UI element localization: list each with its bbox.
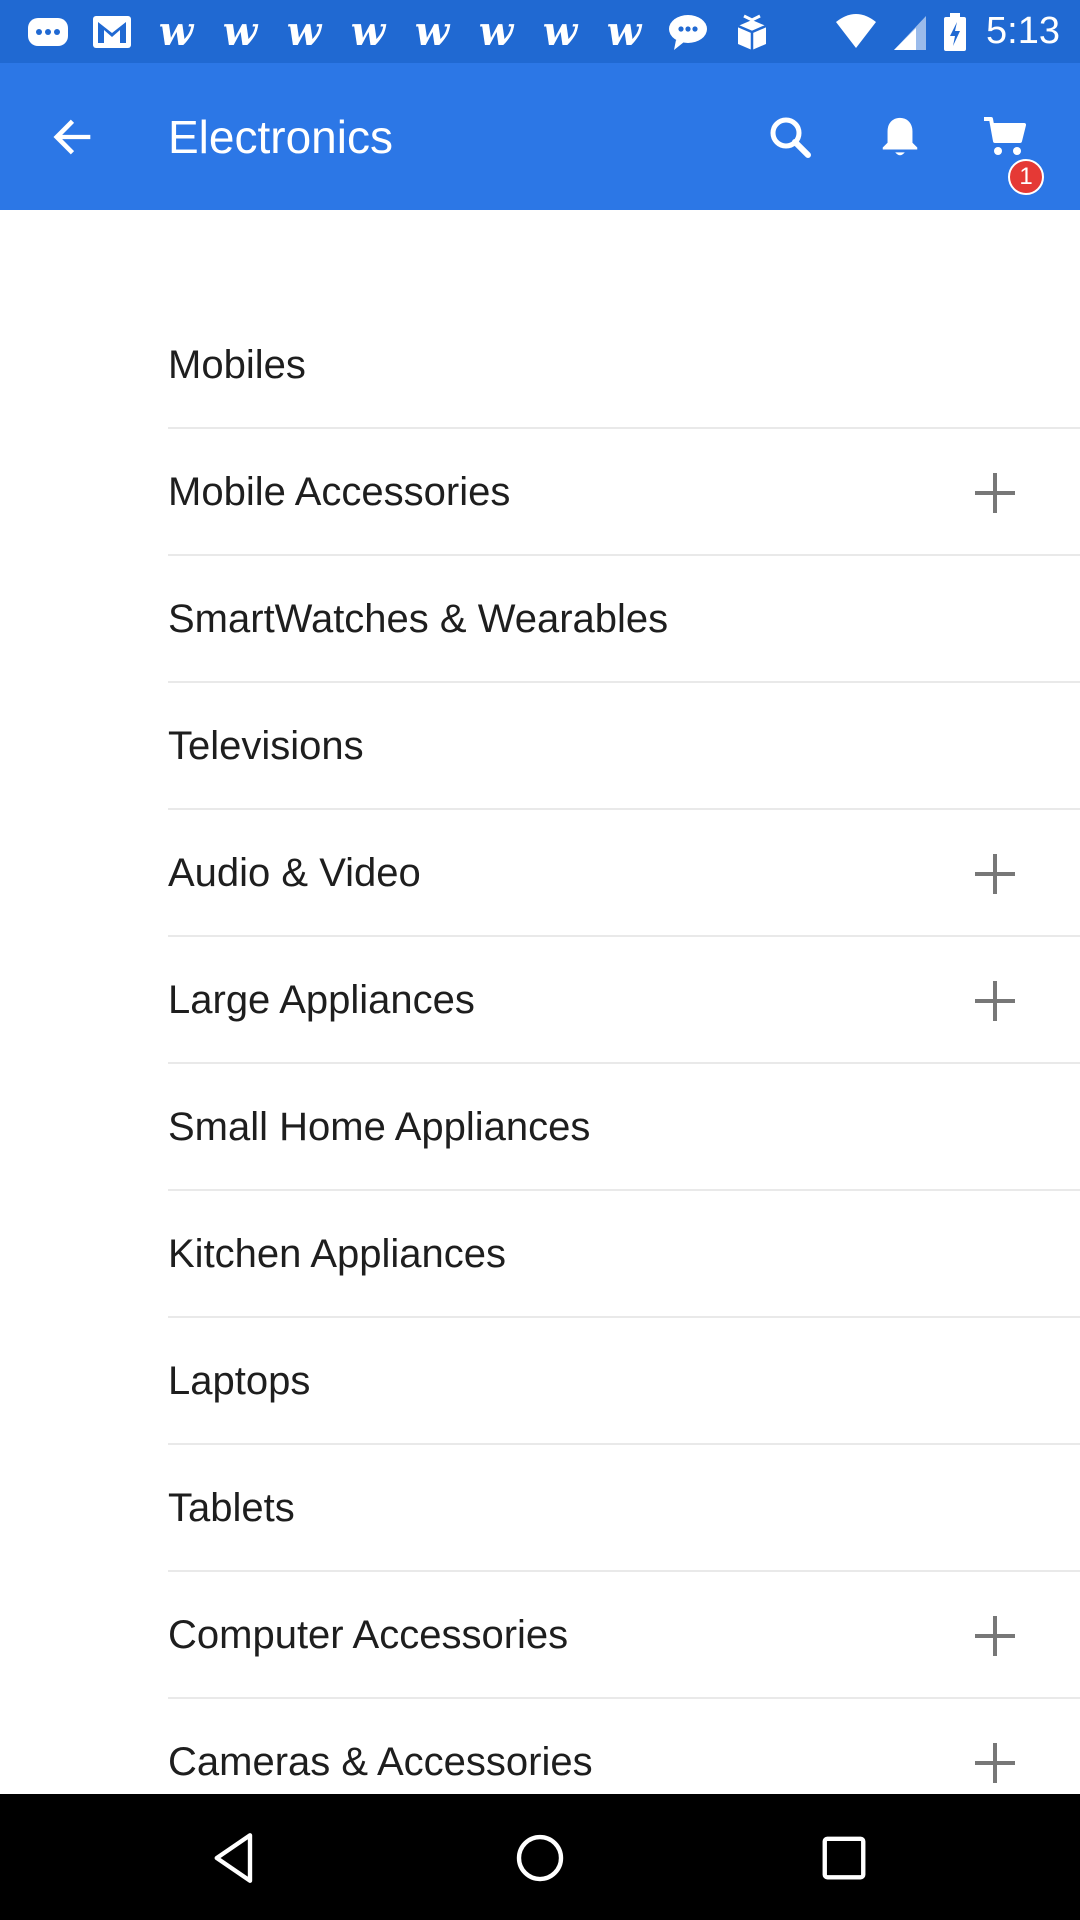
nav-recents-button[interactable] xyxy=(812,1826,876,1890)
battery-charging-icon xyxy=(944,12,967,51)
notifications-button[interactable] xyxy=(868,105,932,169)
wifi-icon xyxy=(836,13,877,48)
w-app-icon: w xyxy=(350,7,386,55)
category-item[interactable]: Laptops xyxy=(168,1318,1080,1445)
cart-count-badge: 1 xyxy=(1008,159,1044,195)
back-button[interactable] xyxy=(40,107,106,167)
circle-home-icon xyxy=(516,1834,564,1882)
plus-expand-icon[interactable] xyxy=(973,1741,1017,1785)
w-app-icon: w xyxy=(478,7,514,55)
gmail-icon xyxy=(90,12,134,52)
category-label: Cameras & Accessories xyxy=(168,1740,593,1784)
nav-back-button[interactable] xyxy=(204,1826,268,1890)
w-app-icon: w xyxy=(222,7,258,55)
w-app-icon: w xyxy=(606,7,642,55)
cart-icon xyxy=(984,117,1026,155)
message-icon xyxy=(666,12,710,52)
category-label: Televisions xyxy=(168,724,364,768)
nav-home-button[interactable] xyxy=(508,1826,572,1890)
category-label: Laptops xyxy=(168,1359,311,1403)
cell-signal-icon xyxy=(894,15,927,50)
arrow-back-icon xyxy=(53,119,91,155)
package-icon xyxy=(730,12,774,52)
category-label: Mobile Accessories xyxy=(168,470,511,514)
category-item[interactable]: SmartWatches & Wearables xyxy=(168,556,1080,683)
notification-icons: w w w w w w w w xyxy=(26,7,774,55)
category-label: Audio & Video xyxy=(168,851,421,895)
category-item[interactable]: Kitchen Appliances xyxy=(168,1191,1080,1318)
plus-expand-icon[interactable] xyxy=(973,852,1017,896)
category-item[interactable]: Large Appliances xyxy=(168,937,1080,1064)
system-status: 5:13 xyxy=(834,10,1060,53)
category-label: Small Home Appliances xyxy=(168,1105,591,1149)
category-item[interactable]: Mobile Accessories xyxy=(168,429,1080,556)
search-icon xyxy=(770,117,811,158)
square-recents-icon xyxy=(822,1836,866,1880)
navigation-bar xyxy=(0,1794,1080,1920)
status-bar: w w w w w w w w 5:13 xyxy=(0,0,1080,63)
category-label: Mobiles xyxy=(168,343,306,387)
category-item[interactable]: Computer Accessories xyxy=(168,1572,1080,1699)
clock: 5:13 xyxy=(986,10,1060,52)
plus-expand-icon[interactable] xyxy=(973,1614,1017,1658)
w-app-icon: w xyxy=(158,7,194,55)
category-item[interactable]: Small Home Appliances xyxy=(168,1064,1080,1191)
app-bar: Electronics 1 xyxy=(0,63,1080,210)
chat-icon xyxy=(26,12,70,52)
triangle-back-icon xyxy=(214,1833,253,1883)
w-app-icon: w xyxy=(286,7,322,55)
w-app-icon: w xyxy=(414,7,450,55)
search-button[interactable] xyxy=(758,105,822,169)
category-item[interactable]: Tablets xyxy=(168,1445,1080,1572)
category-item[interactable]: Mobiles xyxy=(168,302,1080,429)
bell-icon xyxy=(882,117,918,156)
category-item[interactable]: Televisions xyxy=(168,683,1080,810)
category-label: Kitchen Appliances xyxy=(168,1232,507,1276)
plus-expand-icon[interactable] xyxy=(973,471,1017,515)
category-label: Large Appliances xyxy=(168,978,475,1022)
category-item[interactable]: Audio & Video xyxy=(168,810,1080,937)
screen: w w w w w w w w 5:13 Electronics 1 Mobil… xyxy=(0,0,1080,1920)
category-list: Mobiles Mobile Accessories SmartWatches & … xyxy=(0,302,1080,1826)
category-label: SmartWatches & Wearables xyxy=(168,597,669,641)
plus-expand-icon[interactable] xyxy=(973,979,1017,1023)
w-app-icon: w xyxy=(542,7,578,55)
category-label: Computer Accessories xyxy=(168,1613,569,1657)
category-label: Tablets xyxy=(168,1486,295,1530)
page-title: Electronics xyxy=(168,111,393,163)
